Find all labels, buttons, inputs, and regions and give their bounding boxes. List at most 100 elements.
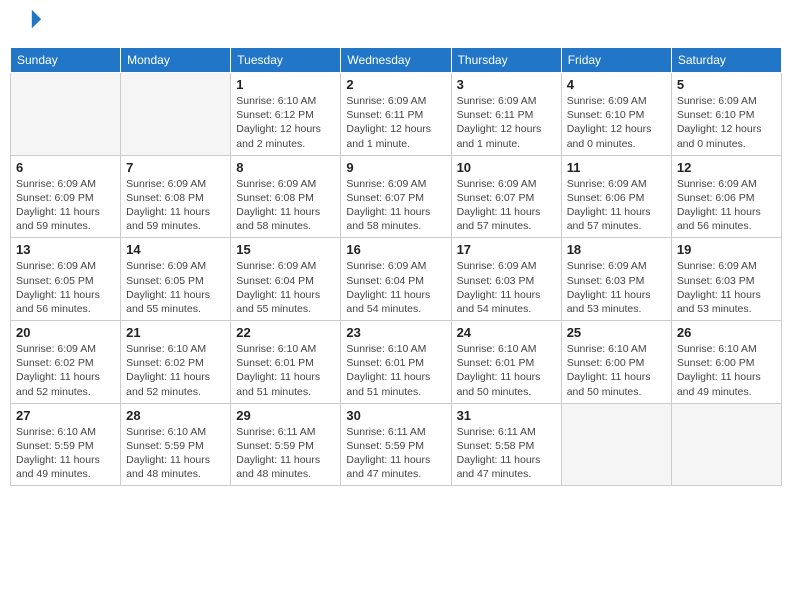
- calendar-day-cell: 30 Sunrise: 6:11 AMSunset: 5:59 PMDayligh…: [341, 403, 451, 486]
- calendar-day-cell: 5 Sunrise: 6:09 AMSunset: 6:10 PMDaylight…: [671, 73, 781, 156]
- day-info: Sunrise: 6:09 AMSunset: 6:05 PMDaylight:…: [16, 259, 115, 316]
- weekday-header-cell: Friday: [561, 48, 671, 73]
- day-info: Sunrise: 6:10 AMSunset: 6:01 PMDaylight:…: [236, 342, 335, 399]
- day-info: Sunrise: 6:09 AMSunset: 6:05 PMDaylight:…: [126, 259, 225, 316]
- day-number: 7: [126, 160, 225, 175]
- weekday-header-cell: Monday: [121, 48, 231, 73]
- day-info: Sunrise: 6:11 AMSunset: 5:59 PMDaylight:…: [236, 425, 335, 482]
- calendar-day-cell: 9 Sunrise: 6:09 AMSunset: 6:07 PMDaylight…: [341, 155, 451, 238]
- day-info: Sunrise: 6:11 AMSunset: 5:58 PMDaylight:…: [457, 425, 556, 482]
- day-info: Sunrise: 6:09 AMSunset: 6:06 PMDaylight:…: [677, 177, 776, 234]
- day-number: 11: [567, 160, 666, 175]
- weekday-header-cell: Thursday: [451, 48, 561, 73]
- day-number: 1: [236, 77, 335, 92]
- calendar-day-cell: 18 Sunrise: 6:09 AMSunset: 6:03 PMDayligh…: [561, 238, 671, 321]
- day-number: 18: [567, 242, 666, 257]
- day-info: Sunrise: 6:10 AMSunset: 6:00 PMDaylight:…: [567, 342, 666, 399]
- day-number: 4: [567, 77, 666, 92]
- calendar-week-row: 27 Sunrise: 6:10 AMSunset: 5:59 PMDayligh…: [11, 403, 782, 486]
- day-number: 25: [567, 325, 666, 340]
- day-number: 9: [346, 160, 445, 175]
- day-number: 6: [16, 160, 115, 175]
- day-number: 28: [126, 408, 225, 423]
- day-info: Sunrise: 6:09 AMSunset: 6:11 PMDaylight:…: [346, 94, 445, 151]
- calendar-week-row: 20 Sunrise: 6:09 AMSunset: 6:02 PMDayligh…: [11, 321, 782, 404]
- day-info: Sunrise: 6:09 AMSunset: 6:07 PMDaylight:…: [346, 177, 445, 234]
- day-number: 5: [677, 77, 776, 92]
- day-info: Sunrise: 6:09 AMSunset: 6:10 PMDaylight:…: [677, 94, 776, 151]
- calendar-day-cell: 28Sunrise: 6:10 AMSunset: 5:59 PMDayligh…: [121, 403, 231, 486]
- calendar-day-cell: 29 Sunrise: 6:11 AMSunset: 5:59 PMDayligh…: [231, 403, 341, 486]
- calendar-day-cell: 1 Sunrise: 6:10 AMSunset: 6:12 PMDaylight…: [231, 73, 341, 156]
- day-info: Sunrise: 6:10 AMSunset: 5:59 PMDaylight:…: [16, 425, 115, 482]
- day-number: 31: [457, 408, 556, 423]
- day-number: 24: [457, 325, 556, 340]
- day-number: 19: [677, 242, 776, 257]
- calendar-day-cell: 24 Sunrise: 6:10 AMSunset: 6:01 PMDayligh…: [451, 321, 561, 404]
- calendar-day-cell: [11, 73, 121, 156]
- day-number: 14: [126, 242, 225, 257]
- day-number: 15: [236, 242, 335, 257]
- day-info: Sunrise: 6:10 AMSunset: 6:01 PMDaylight:…: [346, 342, 445, 399]
- day-number: 30: [346, 408, 445, 423]
- day-number: 10: [457, 160, 556, 175]
- day-number: 20: [16, 325, 115, 340]
- day-info: Sunrise: 6:10 AMSunset: 6:12 PMDaylight:…: [236, 94, 335, 151]
- logo: [15, 10, 43, 39]
- calendar-day-cell: 8 Sunrise: 6:09 AMSunset: 6:08 PMDaylight…: [231, 155, 341, 238]
- calendar-day-cell: 15 Sunrise: 6:09 AMSunset: 6:04 PMDayligh…: [231, 238, 341, 321]
- day-number: 16: [346, 242, 445, 257]
- day-info: Sunrise: 6:09 AMSunset: 6:08 PMDaylight:…: [236, 177, 335, 234]
- day-info: Sunrise: 6:09 AMSunset: 6:10 PMDaylight:…: [567, 94, 666, 151]
- day-number: 26: [677, 325, 776, 340]
- day-number: 13: [16, 242, 115, 257]
- calendar-day-cell: 14 Sunrise: 6:09 AMSunset: 6:05 PMDayligh…: [121, 238, 231, 321]
- calendar-day-cell: [671, 403, 781, 486]
- day-number: 22: [236, 325, 335, 340]
- day-number: 3: [457, 77, 556, 92]
- calendar-day-cell: 16 Sunrise: 6:09 AMSunset: 6:04 PMDayligh…: [341, 238, 451, 321]
- day-info: Sunrise: 6:11 AMSunset: 5:59 PMDaylight:…: [346, 425, 445, 482]
- calendar-day-cell: 10 Sunrise: 6:09 AMSunset: 6:07 PMDayligh…: [451, 155, 561, 238]
- calendar-table: SundayMondayTuesdayWednesdayThursdayFrid…: [10, 47, 782, 486]
- calendar-day-cell: 19Sunrise: 6:09 AMSunset: 6:03 PMDayligh…: [671, 238, 781, 321]
- page-header: [10, 10, 782, 39]
- day-number: 21: [126, 325, 225, 340]
- day-info: Sunrise: 6:10 AMSunset: 6:02 PMDaylight:…: [126, 342, 225, 399]
- day-number: 29: [236, 408, 335, 423]
- day-info: Sunrise: 6:09 AMSunset: 6:08 PMDaylight:…: [126, 177, 225, 234]
- calendar-day-cell: 13 Sunrise: 6:09 AMSunset: 6:05 PMDayligh…: [11, 238, 121, 321]
- day-number: 12: [677, 160, 776, 175]
- day-info: Sunrise: 6:09 AMSunset: 6:07 PMDaylight:…: [457, 177, 556, 234]
- day-info: Sunrise: 6:09 AMSunset: 6:02 PMDaylight:…: [16, 342, 115, 399]
- day-info: Sunrise: 6:10 AMSunset: 6:00 PMDaylight:…: [677, 342, 776, 399]
- calendar-day-cell: 7 Sunrise: 6:09 AMSunset: 6:08 PMDaylight…: [121, 155, 231, 238]
- calendar-week-row: 1 Sunrise: 6:10 AMSunset: 6:12 PMDaylight…: [11, 73, 782, 156]
- calendar-day-cell: 6 Sunrise: 6:09 AMSunset: 6:09 PMDaylight…: [11, 155, 121, 238]
- day-number: 27: [16, 408, 115, 423]
- calendar-day-cell: 23 Sunrise: 6:10 AMSunset: 6:01 PMDayligh…: [341, 321, 451, 404]
- day-info: Sunrise: 6:09 AMSunset: 6:03 PMDaylight:…: [567, 259, 666, 316]
- calendar-day-cell: 3Sunrise: 6:09 AMSunset: 6:11 PMDaylight…: [451, 73, 561, 156]
- day-number: 2: [346, 77, 445, 92]
- day-number: 17: [457, 242, 556, 257]
- weekday-header-row: SundayMondayTuesdayWednesdayThursdayFrid…: [11, 48, 782, 73]
- calendar-week-row: 6 Sunrise: 6:09 AMSunset: 6:09 PMDaylight…: [11, 155, 782, 238]
- logo-icon: [15, 6, 43, 34]
- day-info: Sunrise: 6:09 AMSunset: 6:09 PMDaylight:…: [16, 177, 115, 234]
- calendar-day-cell: 31 Sunrise: 6:11 AMSunset: 5:58 PMDayligh…: [451, 403, 561, 486]
- weekday-header-cell: Tuesday: [231, 48, 341, 73]
- calendar-day-cell: 27 Sunrise: 6:10 AMSunset: 5:59 PMDayligh…: [11, 403, 121, 486]
- day-number: 8: [236, 160, 335, 175]
- day-number: 23: [346, 325, 445, 340]
- calendar-day-cell: 12 Sunrise: 6:09 AMSunset: 6:06 PMDayligh…: [671, 155, 781, 238]
- day-info: Sunrise: 6:09 AMSunset: 6:04 PMDaylight:…: [236, 259, 335, 316]
- calendar-day-cell: [561, 403, 671, 486]
- weekday-header-cell: Wednesday: [341, 48, 451, 73]
- calendar-day-cell: 11Sunrise: 6:09 AMSunset: 6:06 PMDayligh…: [561, 155, 671, 238]
- day-info: Sunrise: 6:10 AMSunset: 6:01 PMDaylight:…: [457, 342, 556, 399]
- day-info: Sunrise: 6:09 AMSunset: 6:04 PMDaylight:…: [346, 259, 445, 316]
- day-info: Sunrise: 6:09 AMSunset: 6:03 PMDaylight:…: [457, 259, 556, 316]
- weekday-header-cell: Sunday: [11, 48, 121, 73]
- calendar-day-cell: 21 Sunrise: 6:10 AMSunset: 6:02 PMDayligh…: [121, 321, 231, 404]
